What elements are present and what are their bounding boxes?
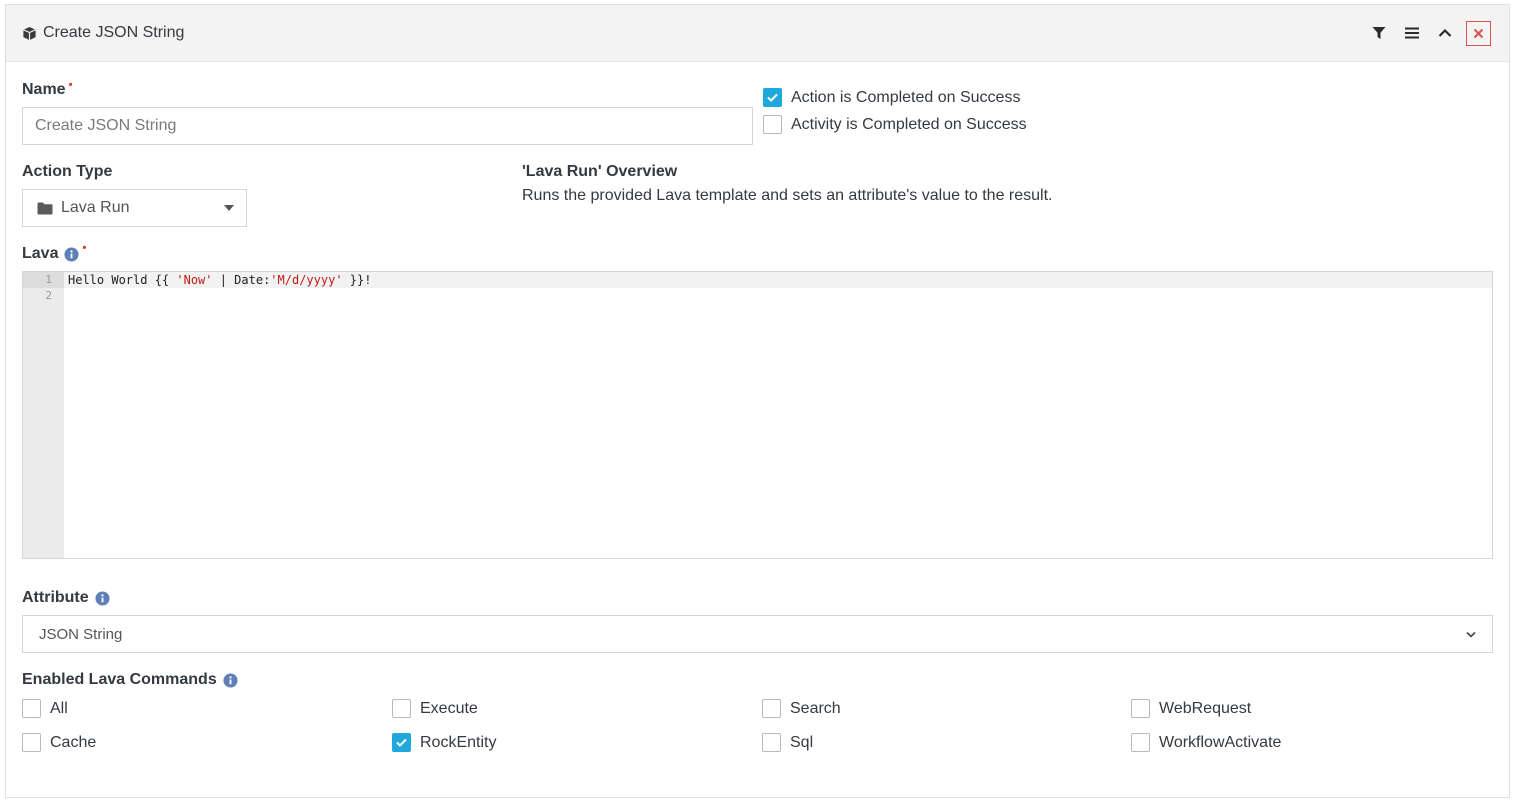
overview-title: 'Lava Run' Overview: [522, 163, 678, 180]
menu-button[interactable]: [1399, 20, 1425, 46]
chevron-down-icon: [1466, 631, 1476, 638]
lava-command-cache[interactable]: Cache: [22, 733, 96, 752]
info-icon[interactable]: [223, 672, 238, 688]
required-indicator: •: [82, 242, 87, 254]
checkbox-checked[interactable]: [392, 733, 411, 752]
action-type-label: Action Type: [22, 163, 113, 180]
chevron-up-icon: [1438, 28, 1452, 37]
checkbox-unchecked[interactable]: [1131, 733, 1150, 752]
lava-command-label: Cache: [50, 733, 97, 751]
check-icon: [396, 738, 407, 747]
overview-text: Runs the provided Lava template and sets…: [522, 187, 1053, 204]
panel-header[interactable]: Create JSON String: [6, 5, 1509, 62]
info-icon[interactable]: [95, 590, 110, 606]
lava-command-execute[interactable]: Execute: [392, 699, 478, 718]
bars-icon: [1405, 27, 1419, 39]
line-number: 1: [45, 273, 52, 286]
lava-command-label: WebRequest: [1159, 699, 1252, 717]
lava-command-label: Execute: [420, 699, 478, 717]
code-line[interactable]: Hello World {{ 'Now' | Date:'M/d/yyyy' }…: [68, 273, 371, 287]
lava-command-label: Sql: [790, 733, 814, 751]
name-input[interactable]: [22, 107, 753, 145]
attribute-value: JSON String: [39, 625, 123, 643]
action-type-picker[interactable]: Lava Run: [22, 189, 247, 227]
attribute-label: Attribute: [22, 589, 110, 607]
collapse-button[interactable]: [1432, 20, 1458, 46]
lava-command-all[interactable]: All: [22, 699, 68, 718]
cube-icon: [23, 26, 36, 40]
checkbox-unchecked[interactable]: [22, 699, 41, 718]
lava-label: Lava •: [22, 242, 87, 262]
panel-title: Create JSON String: [22, 24, 184, 42]
attribute-select[interactable]: JSON String: [22, 615, 1493, 653]
lava-command-workflowactivate[interactable]: WorkflowActivate: [1131, 733, 1281, 752]
name-label: Name •: [22, 79, 73, 98]
checkbox-checked[interactable]: [763, 88, 782, 107]
lava-command-label: Search: [790, 699, 841, 717]
info-icon[interactable]: [64, 246, 79, 262]
lava-command-label: RockEntity: [420, 733, 497, 751]
close-icon: [1473, 28, 1484, 38]
lava-command-webrequest[interactable]: WebRequest: [1131, 699, 1251, 718]
action-completed-label: Action is Completed on Success: [791, 88, 1021, 106]
action-completed-checkbox[interactable]: Action is Completed on Success: [763, 88, 1020, 107]
checkbox-unchecked[interactable]: [1131, 699, 1150, 718]
checkbox-unchecked[interactable]: [762, 733, 781, 752]
lava-command-label: WorkflowActivate: [1159, 733, 1282, 751]
required-indicator: •: [68, 79, 73, 91]
filter-button[interactable]: [1366, 20, 1392, 46]
checkbox-unchecked[interactable]: [392, 699, 411, 718]
header-actions: [1359, 20, 1493, 46]
activity-completed-label: Activity is Completed on Success: [791, 115, 1027, 133]
editor-gutter: [23, 272, 64, 558]
lava-command-sql[interactable]: Sql: [762, 733, 813, 752]
delete-button[interactable]: [1466, 20, 1491, 46]
checkbox-unchecked[interactable]: [22, 733, 41, 752]
lava-command-rockentity[interactable]: RockEntity: [392, 733, 496, 752]
panel-title-text: Create JSON String: [43, 24, 185, 41]
folder-icon: [37, 202, 53, 214]
checkbox-unchecked[interactable]: [763, 115, 782, 134]
lava-command-label: All: [50, 699, 68, 717]
action-type-value: Lava Run: [61, 199, 130, 216]
checkbox-unchecked[interactable]: [762, 699, 781, 718]
filter-icon: [1372, 27, 1386, 39]
check-icon: [767, 93, 778, 102]
line-number: 2: [45, 289, 52, 302]
lava-command-search[interactable]: Search: [762, 699, 841, 718]
lava-code-editor[interactable]: 1 2 Hello World {{ 'Now' | Date:'M/d/yyy…: [22, 271, 1493, 559]
activity-completed-checkbox[interactable]: Activity is Completed on Success: [763, 115, 1027, 134]
lava-commands-label: Enabled Lava Commands: [22, 671, 238, 689]
caret-down-icon: [224, 205, 234, 211]
